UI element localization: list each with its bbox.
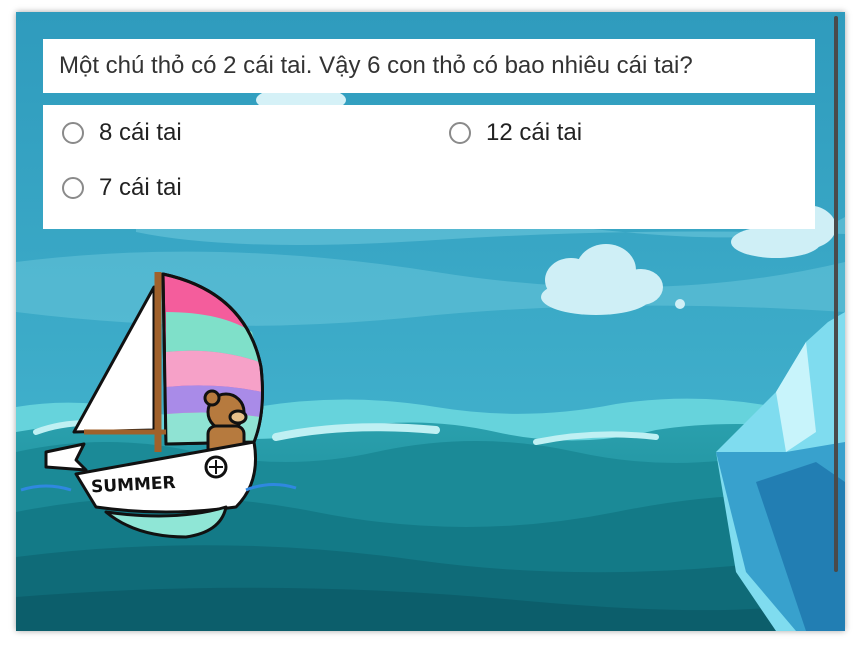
answer-option-2[interactable]: 12 cái tai — [449, 119, 582, 147]
vertical-scrollbar[interactable] — [834, 16, 838, 572]
radio-button[interactable] — [62, 122, 84, 144]
radio-button[interactable] — [449, 122, 471, 144]
question-box: Một chú thỏ có 2 cái tai. Vậy 6 con thỏ … — [43, 39, 815, 93]
answer-label: 7 cái tai — [99, 174, 182, 201]
answer-option-3[interactable]: 7 cái tai — [62, 174, 182, 202]
answer-label: 12 cái tai — [486, 119, 583, 146]
answer-label: 8 cái tai — [99, 119, 182, 146]
answers-box: 8 cái tai 12 cái tai 7 cái tai — [43, 105, 815, 229]
radio-button[interactable] — [62, 177, 84, 199]
game-frame: SUMMER Một chú thỏ có 2 cái tai. Vậy 6 c… — [16, 12, 845, 631]
question-text: Một chú thỏ có 2 cái tai. Vậy 6 con thỏ … — [59, 52, 693, 79]
answer-option-1[interactable]: 8 cái tai — [62, 119, 182, 147]
